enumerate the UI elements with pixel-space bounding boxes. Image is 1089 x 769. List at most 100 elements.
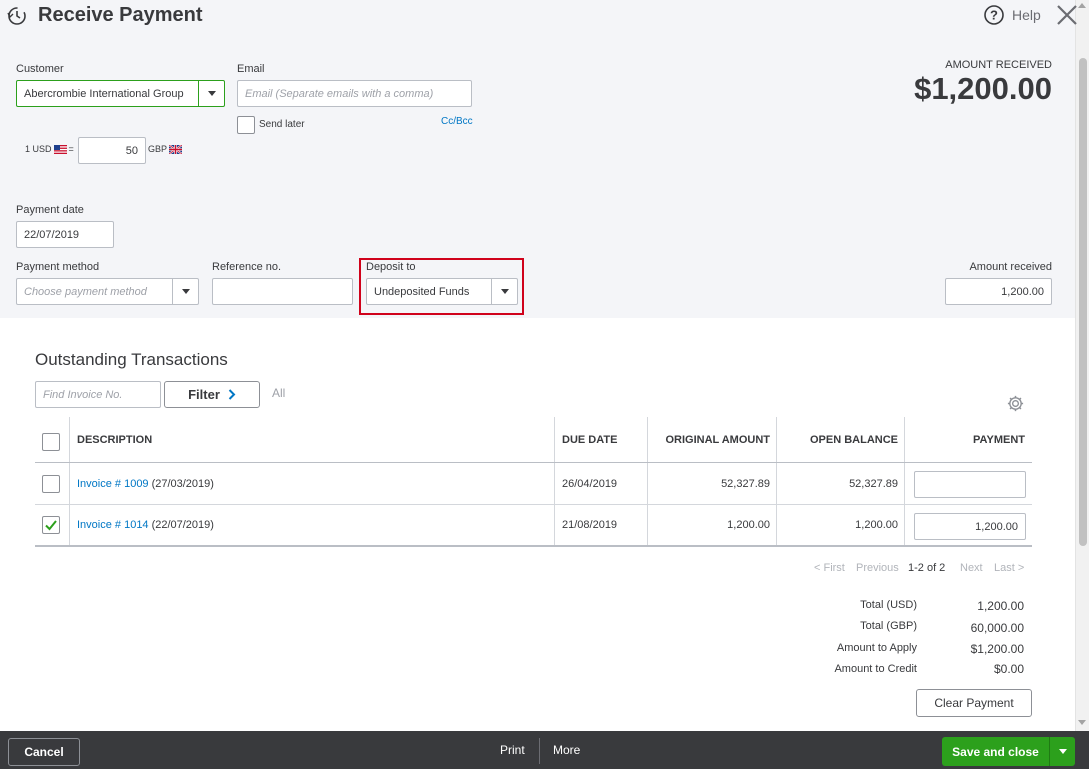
save-options-dropdown[interactable]: [1049, 737, 1075, 766]
footer-bar: Cancel Print More Save and close: [0, 731, 1089, 769]
scroll-up-arrow-icon[interactable]: [1078, 3, 1086, 8]
customer-value: Abercrombie International Group: [24, 87, 184, 100]
chevron-down-icon: [181, 289, 190, 294]
payment-input[interactable]: 1,200.00: [914, 513, 1026, 540]
exchange-rate-target: GBP: [148, 144, 183, 154]
pager-previous: Previous: [856, 562, 899, 574]
cc-bcc-link[interactable]: Cc/Bcc: [441, 116, 473, 127]
filter-label: Filter: [188, 387, 220, 402]
totals-value: 1,200.00: [977, 599, 1024, 613]
chevron-down-icon: [207, 91, 216, 96]
svg-text:?: ?: [990, 8, 998, 23]
clear-payment-button[interactable]: Clear Payment: [916, 689, 1032, 717]
print-button[interactable]: Print: [500, 743, 525, 757]
totals-label: Total (GBP): [860, 620, 917, 632]
pager-range: 1-2 of 2: [908, 562, 946, 574]
original-amount: 52,327.89: [721, 477, 770, 490]
table-row: Invoice # 1014 (22/07/2019) 21/08/2019 1…: [35, 505, 1032, 547]
column-open-balance[interactable]: OPEN BALANCE: [776, 417, 898, 462]
find-invoice-input[interactable]: Find Invoice No.: [35, 381, 161, 408]
totals-label: Amount to Apply: [836, 642, 917, 654]
row-checkbox[interactable]: [42, 475, 60, 493]
target-currency-label: GBP: [148, 144, 168, 154]
more-button[interactable]: More: [553, 743, 580, 757]
page-title: Receive Payment: [38, 4, 203, 26]
pager-last: Last >: [994, 562, 1025, 574]
equals-sign: =: [68, 144, 74, 154]
uk-flag-icon: [169, 144, 183, 154]
invoice-date: (22/07/2019): [151, 519, 214, 531]
exchange-rate-value: 50: [125, 144, 138, 157]
recent-history-icon[interactable]: [6, 5, 28, 27]
base-currency-label: 1 USD: [25, 144, 52, 154]
deposit-to-label: Deposit to: [366, 261, 416, 273]
invoice-date: (27/03/2019): [151, 477, 214, 490]
column-due-date[interactable]: DUE DATE: [562, 417, 617, 462]
find-invoice-placeholder: Find Invoice No.: [43, 388, 123, 401]
totals-value: $0.00: [993, 662, 1024, 676]
scroll-thumb[interactable]: [1079, 58, 1087, 546]
page-scrollbar[interactable]: [1075, 0, 1089, 731]
cancel-button[interactable]: Cancel: [8, 738, 80, 766]
customer-select[interactable]: Abercrombie International Group: [16, 80, 225, 107]
send-later-label: Send later: [259, 119, 305, 130]
form-header-area: [0, 0, 1075, 318]
payment-date-input[interactable]: 22/07/2019: [16, 221, 114, 248]
help-link[interactable]: Help: [1012, 7, 1041, 23]
customer-label: Customer: [16, 63, 64, 75]
chevron-down-icon: [500, 289, 509, 294]
totals-label: Amount to Credit: [834, 663, 917, 675]
payment-method-placeholder: Choose payment method: [24, 285, 147, 298]
help-icon[interactable]: ?: [983, 4, 1005, 26]
column-original-amount[interactable]: ORIGINAL AMOUNT: [647, 417, 771, 462]
email-input[interactable]: Email (Separate emails with a comma): [237, 80, 472, 107]
payment-value: 1,200.00: [975, 520, 1018, 533]
footer-divider: [539, 738, 540, 764]
row-checkbox[interactable]: [42, 516, 60, 534]
column-payment[interactable]: PAYMENT: [904, 417, 1025, 462]
amount-received-input[interactable]: 1,200.00: [945, 278, 1052, 305]
chevron-right-icon: [228, 389, 236, 400]
payment-date-label: Payment date: [16, 204, 84, 216]
totals-label: Total (USD): [860, 599, 917, 611]
select-all-checkbox[interactable]: [42, 433, 60, 451]
table-header: DESCRIPTION DUE DATE ORIGINAL AMOUNT OPE…: [35, 417, 1032, 463]
checkmark-icon: [45, 520, 57, 531]
payment-method-label: Payment method: [16, 261, 100, 273]
scroll-down-arrow-icon[interactable]: [1078, 720, 1086, 725]
payment-date-value: 22/07/2019: [24, 228, 80, 241]
reference-label: Reference no.: [212, 261, 282, 273]
close-icon[interactable]: [1056, 4, 1078, 26]
email-placeholder: Email (Separate emails with a comma): [245, 87, 434, 100]
totals-value: 60,000.00: [970, 621, 1024, 635]
reference-input[interactable]: [212, 278, 353, 305]
payment-method-select[interactable]: Choose payment method: [16, 278, 199, 305]
due-date: 21/08/2019: [562, 519, 618, 531]
totals-value: $1,200.00: [970, 642, 1024, 656]
exchange-rate-input[interactable]: 50: [78, 137, 146, 164]
payment-method-dropdown-button[interactable]: [172, 279, 198, 304]
save-and-close-button[interactable]: Save and close: [942, 737, 1075, 766]
send-later-checkbox[interactable]: [237, 116, 255, 134]
due-date: 26/04/2019: [562, 477, 618, 490]
payment-input[interactable]: [914, 471, 1026, 498]
customer-dropdown-button[interactable]: [198, 81, 224, 106]
filter-button[interactable]: Filter: [164, 381, 260, 408]
all-filter-label: All: [272, 386, 286, 400]
deposit-to-value: Undeposited Funds: [374, 285, 470, 298]
invoice-link[interactable]: Invoice # 1009: [77, 478, 149, 490]
pager-first: < First: [814, 562, 845, 574]
us-flag-icon: [53, 144, 67, 154]
pager-next: Next: [960, 562, 983, 574]
exchange-rate-base: 1 USD =: [25, 144, 74, 154]
amount-received-heading: AMOUNT RECEIVED: [945, 59, 1052, 71]
invoice-link[interactable]: Invoice # 1014: [77, 519, 149, 531]
gear-icon[interactable]: [1006, 394, 1025, 413]
deposit-to-select[interactable]: Undeposited Funds: [366, 278, 518, 305]
amount-received-value: 1,200.00: [1001, 285, 1044, 298]
original-amount: 1,200.00: [727, 519, 770, 531]
deposit-to-dropdown-button[interactable]: [491, 279, 517, 304]
save-and-close-label[interactable]: Save and close: [942, 737, 1049, 766]
outstanding-transactions-title: Outstanding Transactions: [35, 350, 228, 369]
column-description[interactable]: DESCRIPTION: [77, 417, 152, 462]
